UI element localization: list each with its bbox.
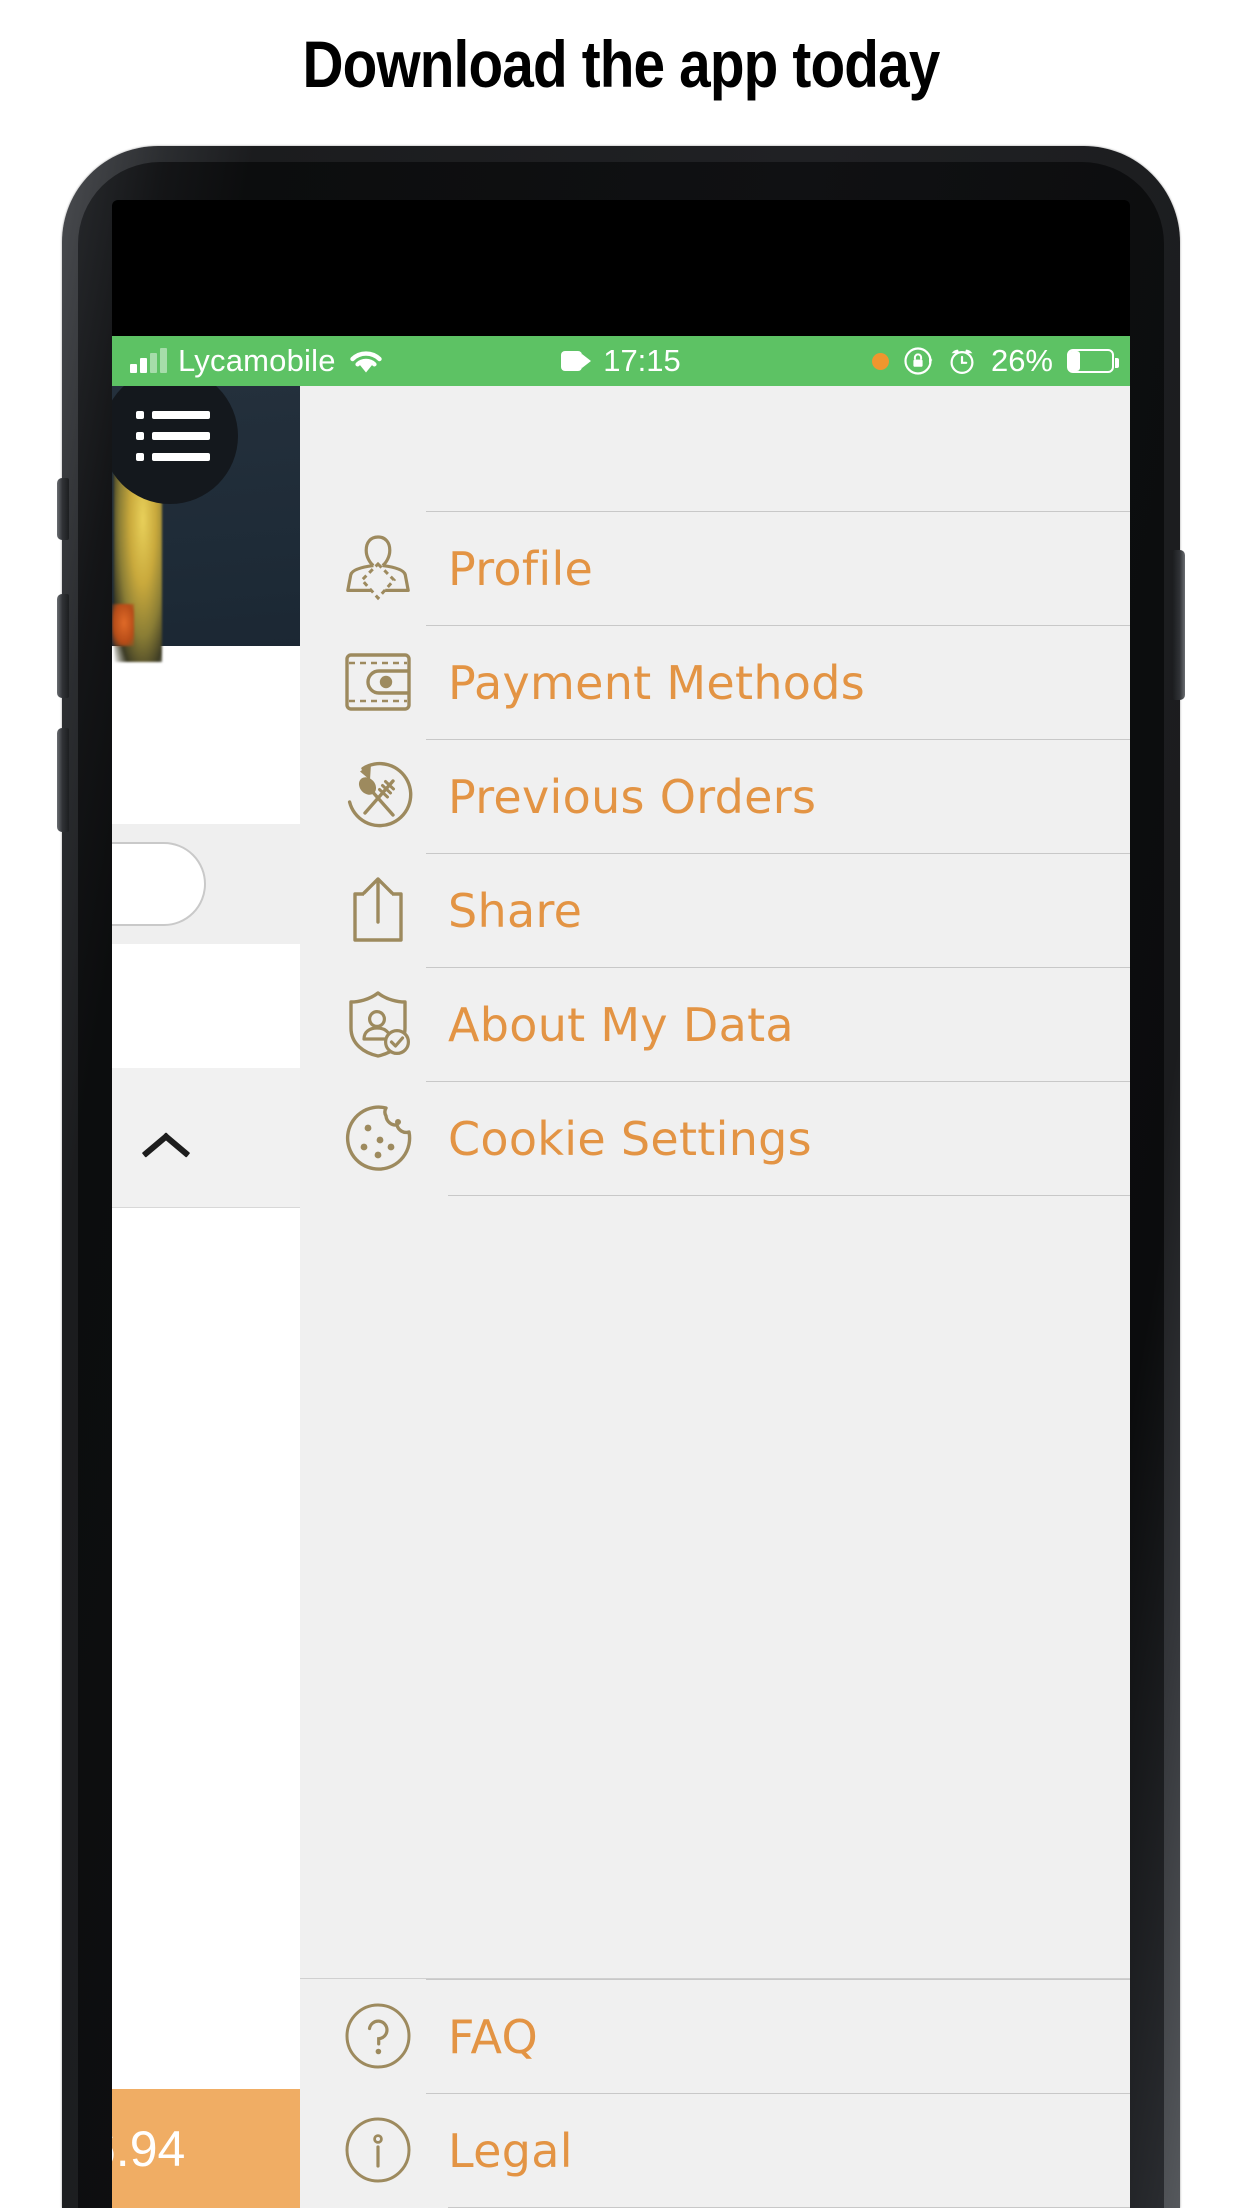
- drawer-main-menu-list: Profile Payment Methods Previous Orders …: [300, 511, 1130, 1978]
- side-drawer-menu: Profile Payment Methods Previous Orders …: [300, 386, 1130, 2208]
- mute-switch-button[interactable]: [57, 478, 69, 540]
- menu-item-cookie-settings-label: Cookie Settings: [448, 1111, 812, 1166]
- drawer-empty-space: [300, 1196, 1130, 1978]
- wifi-icon: [347, 347, 385, 375]
- shield-person-check-icon: [330, 988, 426, 1060]
- menu-item-legal-label: Legal: [448, 2123, 573, 2178]
- menu-item-previous-orders[interactable]: Previous Orders: [300, 739, 1130, 853]
- wallet-icon: [330, 651, 426, 713]
- carrier-name: Lycamobile: [178, 343, 336, 378]
- chevron-up-icon[interactable]: [146, 1122, 190, 1166]
- menu-item-profile-row: Profile: [426, 511, 1130, 625]
- video-camera-icon: [561, 351, 592, 371]
- power-button[interactable]: [1173, 550, 1185, 700]
- menu-item-share-row: Share: [426, 853, 1130, 967]
- battery-icon: [1067, 349, 1119, 373]
- fork-spoon-history-icon: [330, 759, 426, 833]
- menu-item-share[interactable]: Share: [300, 853, 1130, 967]
- share-upload-icon: [330, 874, 426, 946]
- info-circle-icon: [330, 2115, 426, 2185]
- menu-item-about-my-data[interactable]: About My Data: [300, 967, 1130, 1081]
- question-circle-icon: [330, 2001, 426, 2071]
- menu-item-legal[interactable]: Legal: [300, 2093, 1130, 2207]
- drawer-bottom-menu-list: FAQ Legal: [300, 1978, 1130, 2208]
- phone-bezel: Lycamobile 17:15 26% .94 Profile Payment…: [78, 162, 1164, 2208]
- volume-down-button[interactable]: [57, 728, 69, 832]
- menu-item-share-label: Share: [448, 883, 583, 938]
- menu-item-payment-methods-row: Payment Methods: [426, 625, 1130, 739]
- menu-item-payment-methods[interactable]: Payment Methods: [300, 625, 1130, 739]
- cookie-icon: [330, 1102, 426, 1174]
- status-bar-clock: 17:15: [603, 343, 681, 378]
- hero-food-detail2: [112, 604, 134, 646]
- menu-item-legal-row: Legal: [426, 2093, 1130, 2207]
- profile-person-icon: [330, 530, 426, 606]
- page-title: Download the app today: [302, 27, 941, 101]
- menu-item-faq[interactable]: FAQ: [300, 1979, 1130, 2093]
- menu-item-cookie-settings[interactable]: Cookie Settings: [300, 1081, 1130, 1195]
- hamburger-menu-icon[interactable]: [112, 386, 238, 504]
- menu-item-profile[interactable]: Profile: [300, 511, 1130, 625]
- menu-item-cookie-settings-row: Cookie Settings: [426, 1081, 1130, 1195]
- orange-dot-icon: [871, 352, 889, 370]
- volume-up-button[interactable]: [57, 594, 69, 698]
- order-total-price: 6.94: [112, 2120, 186, 2177]
- menu-item-payment-methods-label: Payment Methods: [448, 655, 865, 710]
- pill-toggle[interactable]: [112, 842, 206, 926]
- rotation-lock-icon: [903, 346, 933, 376]
- drawer-header-spacer: [300, 386, 1130, 511]
- menu-item-previous-orders-label: Previous Orders: [448, 769, 817, 824]
- battery-percent-label: 26%: [990, 343, 1053, 378]
- phone-screen: Lycamobile 17:15 26% .94 Profile Payment…: [112, 200, 1130, 2208]
- menu-item-about-my-data-row: About My Data: [426, 967, 1130, 1081]
- menu-item-faq-row: FAQ: [426, 1979, 1130, 2093]
- menu-item-faq-label: FAQ: [448, 2009, 539, 2064]
- menu-item-about-my-data-label: About My Data: [448, 997, 794, 1052]
- menu-item-profile-label: Profile: [448, 541, 594, 596]
- menu-item-previous-orders-row: Previous Orders: [426, 739, 1130, 853]
- status-bar: Lycamobile 17:15 26%: [112, 336, 1130, 386]
- signal-bars-icon: [130, 348, 167, 373]
- alarm-clock-icon: [947, 346, 977, 376]
- phone-device-frame: Lycamobile 17:15 26% .94 Profile Payment…: [57, 146, 1185, 2208]
